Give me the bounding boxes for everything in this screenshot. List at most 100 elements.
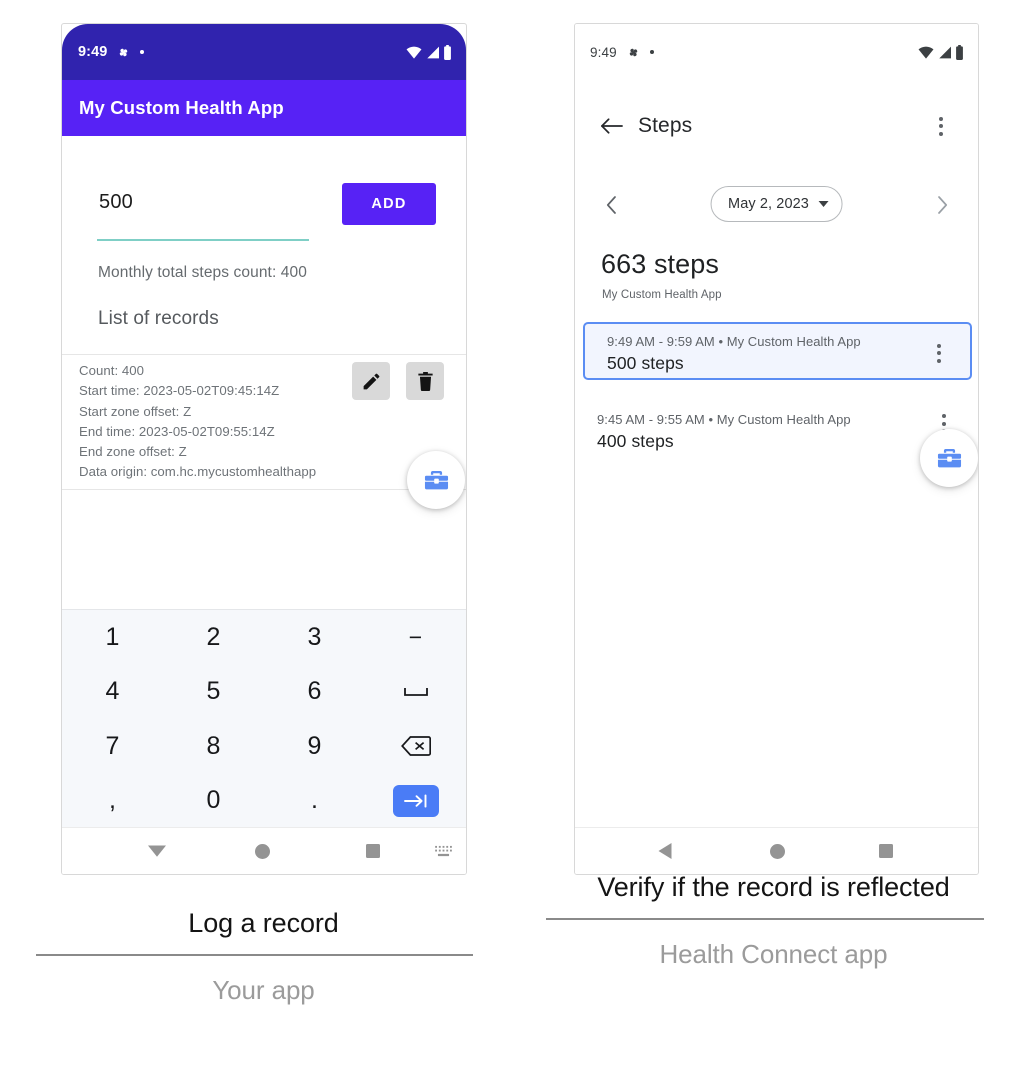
app-bar-right: Steps <box>575 98 978 154</box>
record-row-selected[interactable]: 9:49 AM - 9:59 AM • My Custom Health App… <box>583 322 972 380</box>
home-icon <box>254 843 270 859</box>
dot-icon <box>140 50 145 54</box>
kebab-dot <box>937 343 941 348</box>
signal-icon <box>937 46 952 59</box>
record-options-button[interactable] <box>937 343 941 363</box>
comparison-figure: 9:49 My Custom Health App 500 ADD Monthl… <box>0 0 1035 1088</box>
key-backspace[interactable] <box>365 719 466 774</box>
status-bar-right-group <box>406 24 452 80</box>
battery-icon <box>443 44 452 60</box>
total-steps-source: My Custom Health App <box>602 289 722 301</box>
key-period[interactable]: . <box>264 774 365 829</box>
status-time: 9:49 <box>78 44 108 60</box>
nav-dismiss-keyboard-button[interactable] <box>134 828 180 874</box>
kebab-dot <box>937 351 941 355</box>
caption-health-connect-app: Verify if the record is reflected Health… <box>546 872 1001 1006</box>
previous-day-button[interactable] <box>594 182 628 228</box>
battery-icon <box>955 44 964 60</box>
caption-your-app: Log a record Your app <box>36 905 491 1006</box>
system-nav-bar-right <box>575 827 978 874</box>
space-icon <box>403 687 428 696</box>
input-row: 500 ADD <box>62 183 466 248</box>
chevron-right-icon <box>937 196 948 214</box>
nav-keyboard-switch-button[interactable] <box>424 828 462 874</box>
key-4[interactable]: 4 <box>62 665 163 720</box>
record-row[interactable]: 9:45 AM - 9:55 AM • My Custom Health App… <box>575 402 978 464</box>
key-1[interactable]: 1 <box>62 610 163 665</box>
record-line-end-time: End time: 2023-05-02T09:55:14Z <box>79 423 275 439</box>
dismiss-keyboard-icon <box>147 844 167 858</box>
kebab-dot <box>939 124 943 128</box>
kebab-dot <box>939 116 943 121</box>
record-list-item[interactable]: Count: 400 Start time: 2023-05-02T09:45:… <box>62 354 466 490</box>
list-of-records-heading: List of records <box>98 308 219 329</box>
date-picker-chip[interactable]: May 2, 2023 <box>710 186 843 222</box>
chevron-down-icon <box>818 201 829 207</box>
nav-home-button[interactable] <box>754 828 800 874</box>
recents-icon <box>366 844 380 858</box>
kebab-dot <box>939 131 943 136</box>
app-content-left: 500 ADD Monthly total steps count: 400 L… <box>62 136 466 874</box>
developer-tools-fab[interactable] <box>920 429 978 487</box>
next-day-button[interactable] <box>925 182 959 228</box>
signal-icon <box>425 46 440 59</box>
record-line-start-time: Start time: 2023-05-02T09:45:14Z <box>79 383 280 399</box>
nav-back-button[interactable] <box>642 828 688 874</box>
key-9[interactable]: 9 <box>264 719 365 774</box>
status-time: 9:49 <box>590 44 617 60</box>
caption-sub-text: Your app <box>212 975 315 1005</box>
key-space[interactable] <box>365 665 466 720</box>
pencil-icon <box>361 371 382 392</box>
keyboard-switch-icon <box>434 845 453 858</box>
key-6[interactable]: 6 <box>264 665 365 720</box>
back-button[interactable] <box>594 109 628 143</box>
trash-icon <box>416 371 435 392</box>
wifi-icon <box>406 46 422 59</box>
wifi-icon <box>918 46 934 59</box>
key-comma[interactable]: , <box>62 774 163 829</box>
key-2[interactable]: 2 <box>163 610 264 665</box>
system-nav-bar-left <box>62 827 466 874</box>
steps-input[interactable]: 500 <box>97 186 309 241</box>
key-minus[interactable]: − <box>365 610 466 665</box>
delete-record-button[interactable] <box>406 362 444 400</box>
key-5[interactable]: 5 <box>163 665 264 720</box>
key-3[interactable]: 3 <box>264 610 365 665</box>
caption-main-text: Log a record <box>188 908 339 938</box>
phone-mockup-health-connect: 9:49 Steps May 2, 2023 663 steps My Cust… <box>574 23 979 875</box>
record-value: 500 steps <box>607 353 684 373</box>
developer-tools-fab[interactable] <box>407 451 465 509</box>
record-meta: 9:49 AM - 9:59 AM • My Custom Health App <box>607 334 861 349</box>
key-8[interactable]: 8 <box>163 719 264 774</box>
dot-icon <box>649 50 654 54</box>
more-options-button[interactable] <box>939 116 943 136</box>
toolbox-icon <box>424 469 449 491</box>
steps-input-value: 500 <box>99 191 133 213</box>
selected-date-label: May 2, 2023 <box>728 196 809 212</box>
edit-record-button[interactable] <box>352 362 390 400</box>
page-title: Steps <box>638 114 693 137</box>
nav-home-button[interactable] <box>239 828 285 874</box>
app-bar-menu-wrap <box>926 109 956 143</box>
caption-sub-text: Health Connect app <box>659 939 888 969</box>
key-7[interactable]: 7 <box>62 719 163 774</box>
key-0[interactable]: 0 <box>163 774 264 829</box>
date-navigation: May 2, 2023 <box>575 182 978 228</box>
input-underline <box>97 238 309 241</box>
app-bar-left: My Custom Health App <box>62 80 466 136</box>
back-icon <box>657 842 673 860</box>
key-next[interactable] <box>365 774 466 829</box>
caption-main-text: Verify if the record is reflected <box>597 872 950 902</box>
arrow-back-icon <box>600 117 623 135</box>
record-details: Count: 400 Start time: 2023-05-02T09:45:… <box>79 361 369 483</box>
toolbox-icon <box>937 447 962 469</box>
nav-recents-button[interactable] <box>863 828 909 874</box>
status-bar-left-group: 9:49 <box>78 24 145 80</box>
nav-recents-button[interactable] <box>350 828 396 874</box>
pinwheel-icon <box>116 45 131 60</box>
add-button[interactable]: ADD <box>342 183 436 225</box>
record-line-count: Count: 400 <box>79 363 145 378</box>
recents-icon <box>879 844 893 858</box>
caption-divider <box>546 918 984 920</box>
kebab-dot <box>942 414 946 418</box>
